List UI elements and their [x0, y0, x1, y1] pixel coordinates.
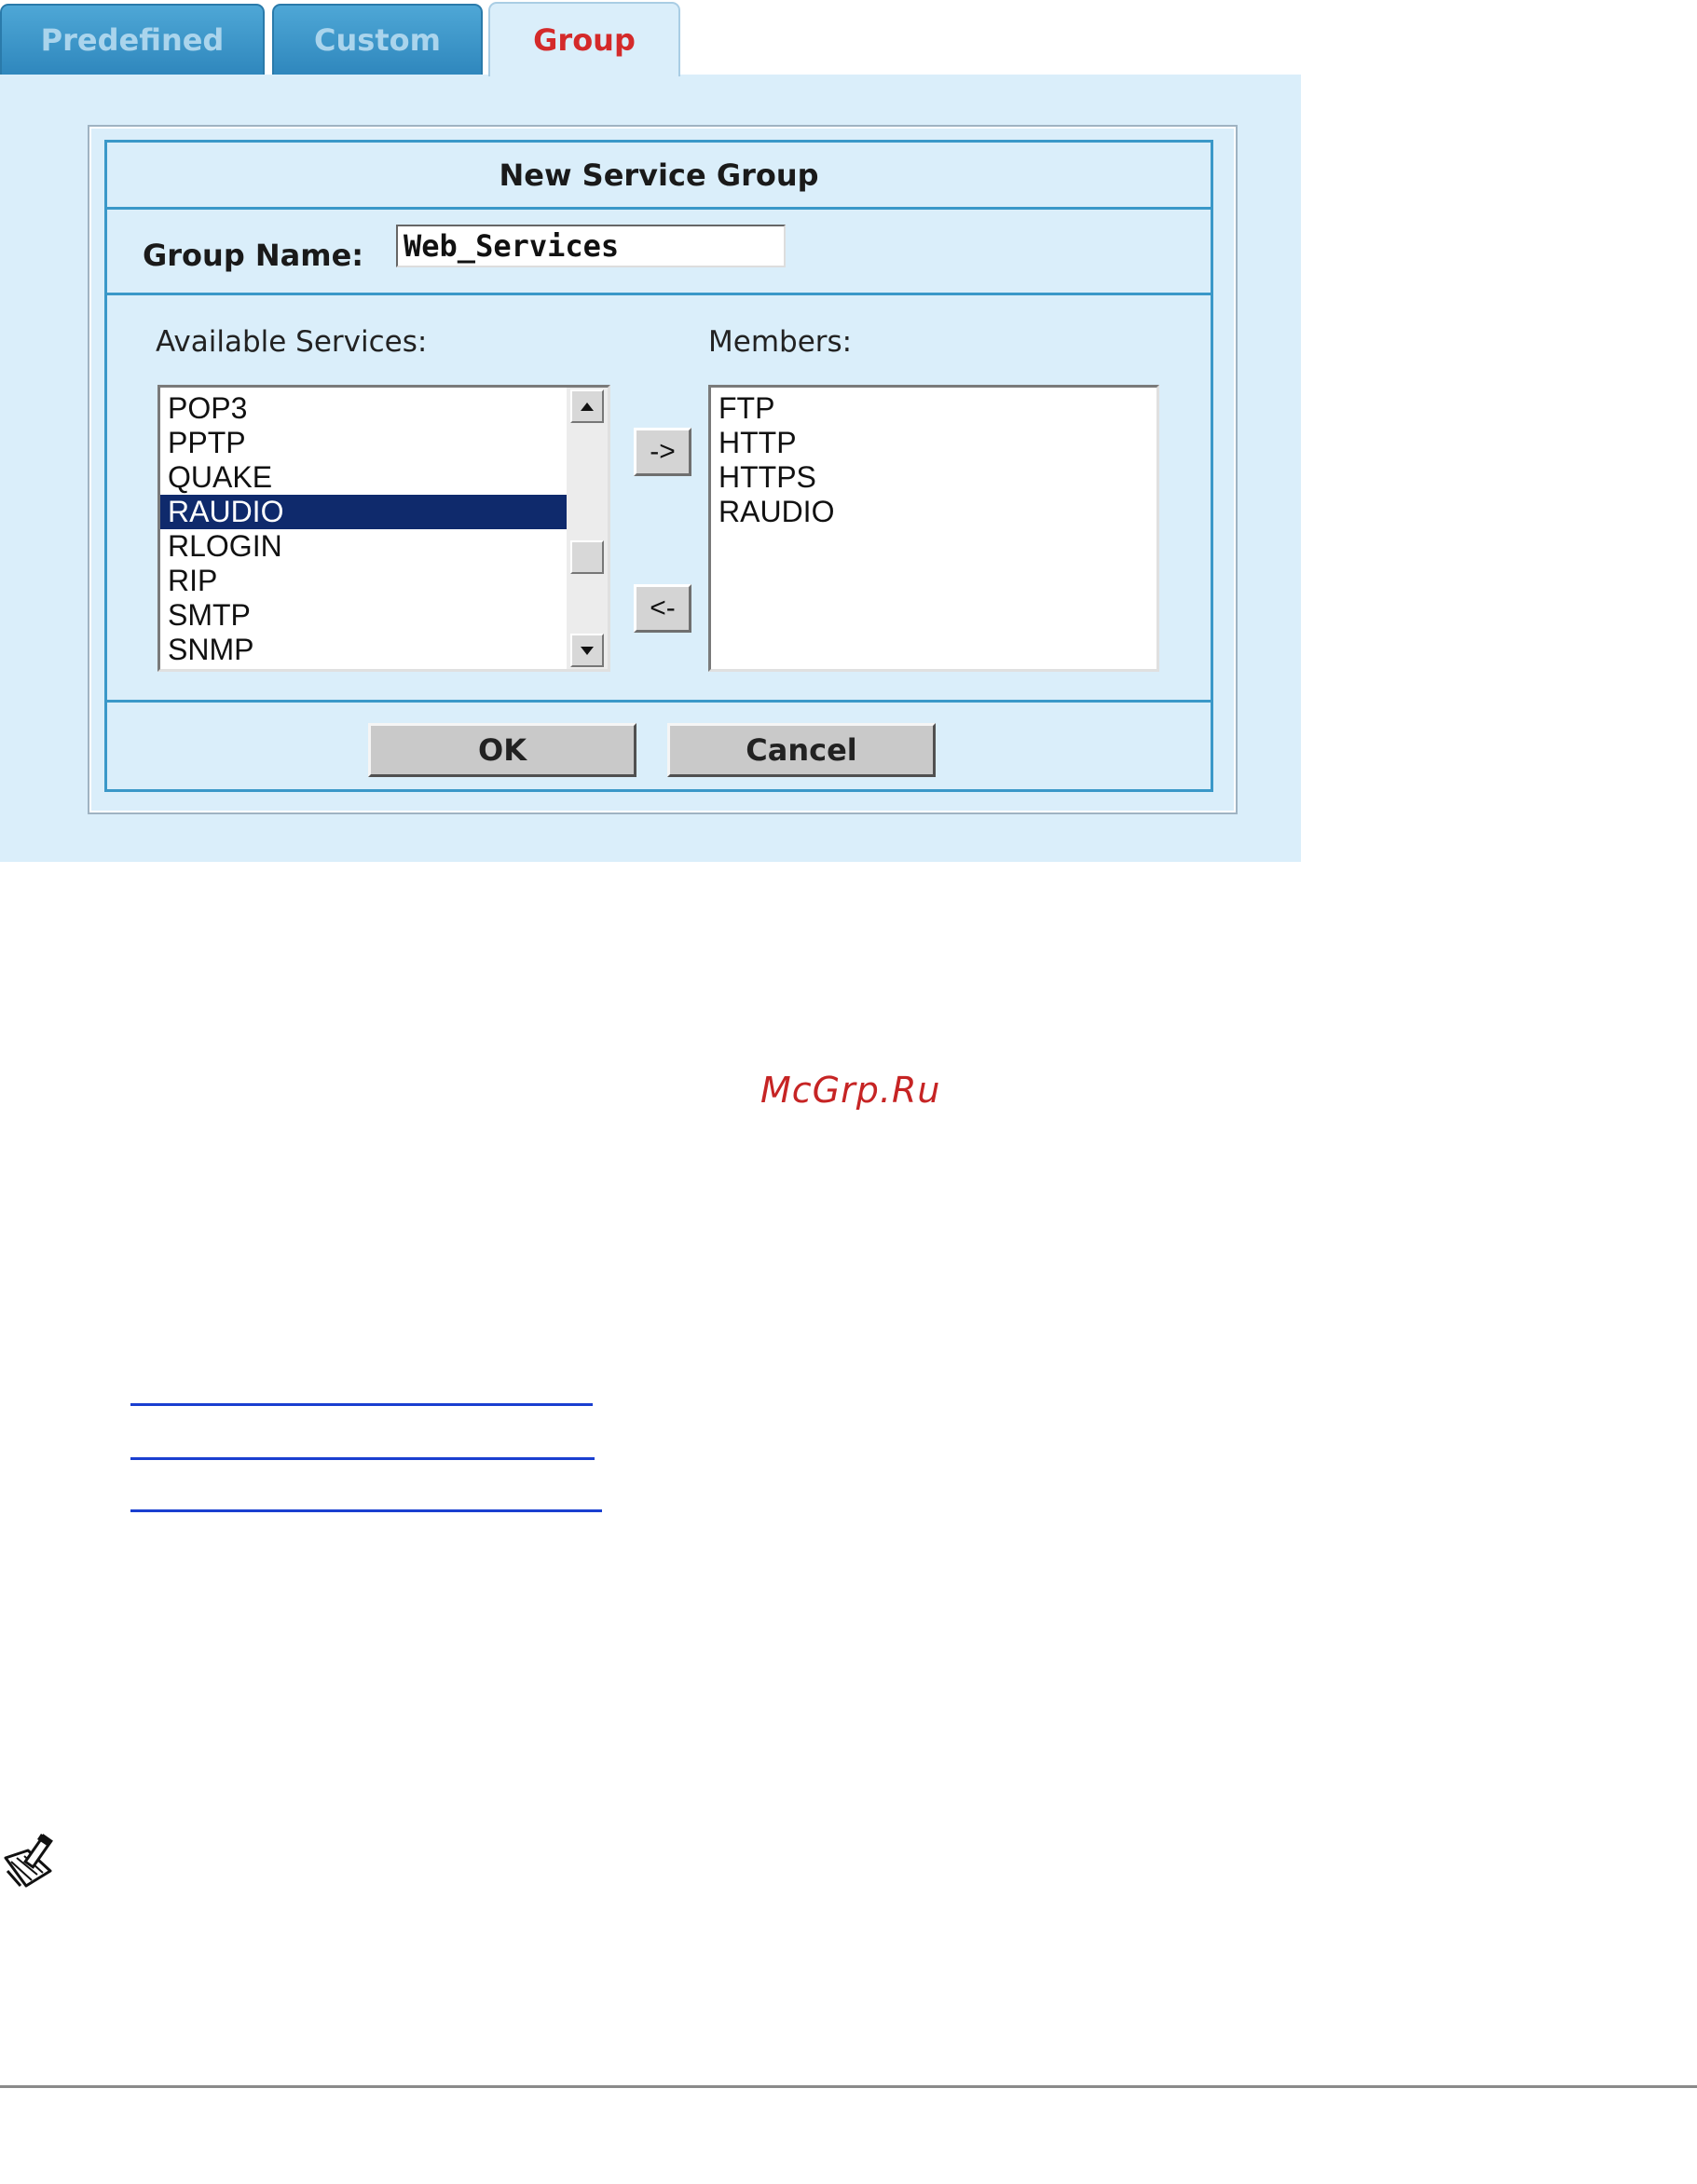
available-services-scrollbar[interactable]: [567, 388, 608, 669]
ok-button[interactable]: OK: [368, 723, 636, 777]
footer-divider: [0, 2085, 1697, 2088]
add-member-button[interactable]: ->: [634, 428, 691, 476]
members-label: Members:: [708, 325, 853, 359]
list-item[interactable]: SNMP: [160, 633, 567, 667]
watermark-text: McGrp.Ru: [760, 1070, 941, 1111]
dialog-title-row: New Service Group: [107, 143, 1211, 210]
list-item[interactable]: HTTP: [711, 426, 1156, 460]
list-item[interactable]: PPTP: [160, 426, 567, 460]
note-pencil-icon: [4, 1834, 53, 1888]
members-items: FTP HTTP HTTPS RAUDIO: [711, 391, 1156, 529]
link-underline-3[interactable]: [130, 1509, 602, 1512]
dialog-title: New Service Group: [499, 157, 819, 193]
remove-member-button[interactable]: <-: [634, 584, 691, 633]
available-services-label: Available Services:: [156, 325, 428, 359]
scroll-thumb[interactable]: [570, 540, 604, 574]
new-service-group-dialog: New Service Group Group Name: Available …: [104, 140, 1213, 792]
group-name-input[interactable]: [396, 225, 786, 267]
list-item[interactable]: SMTP: [160, 598, 567, 633]
scroll-up-button[interactable]: [570, 389, 604, 423]
list-item[interactable]: HTTPS: [711, 460, 1156, 495]
group-panel: New Service Group Group Name: Available …: [0, 75, 1301, 862]
tab-custom[interactable]: Custom: [272, 4, 483, 75]
link-underline-1[interactable]: [130, 1403, 593, 1406]
list-item[interactable]: QUAKE: [160, 460, 567, 495]
list-item[interactable]: RAUDIO: [711, 495, 1156, 529]
services-row: Available Services: Members: POP3 PPTP Q…: [107, 295, 1211, 703]
available-services-list[interactable]: POP3 PPTP QUAKE RAUDIO RLOGIN RIP SMTP S…: [157, 385, 610, 672]
scroll-down-arrow-icon: [581, 646, 594, 655]
tab-predefined[interactable]: Predefined: [0, 4, 265, 75]
group-name-label: Group Name:: [143, 238, 364, 273]
dialog-buttons-row: OK Cancel: [107, 703, 1211, 789]
tab-bar: Predefined Custom Group: [0, 0, 1305, 76]
scroll-down-button[interactable]: [570, 634, 604, 667]
link-underline-2[interactable]: [130, 1457, 595, 1460]
list-item[interactable]: RLOGIN: [160, 529, 567, 564]
tab-group[interactable]: Group: [488, 2, 680, 76]
scroll-up-arrow-icon: [581, 402, 594, 411]
page: Predefined Custom Group New Service Grou…: [0, 0, 1697, 2184]
list-item[interactable]: FTP: [711, 391, 1156, 426]
group-name-row: Group Name:: [107, 210, 1211, 295]
list-item[interactable]: POP3: [160, 391, 567, 426]
available-services-items: POP3 PPTP QUAKE RAUDIO RLOGIN RIP SMTP S…: [160, 391, 567, 667]
list-item-selected[interactable]: RAUDIO: [160, 495, 567, 529]
list-item[interactable]: RIP: [160, 564, 567, 598]
cancel-button[interactable]: Cancel: [667, 723, 936, 777]
members-list[interactable]: FTP HTTP HTTPS RAUDIO: [708, 385, 1159, 672]
